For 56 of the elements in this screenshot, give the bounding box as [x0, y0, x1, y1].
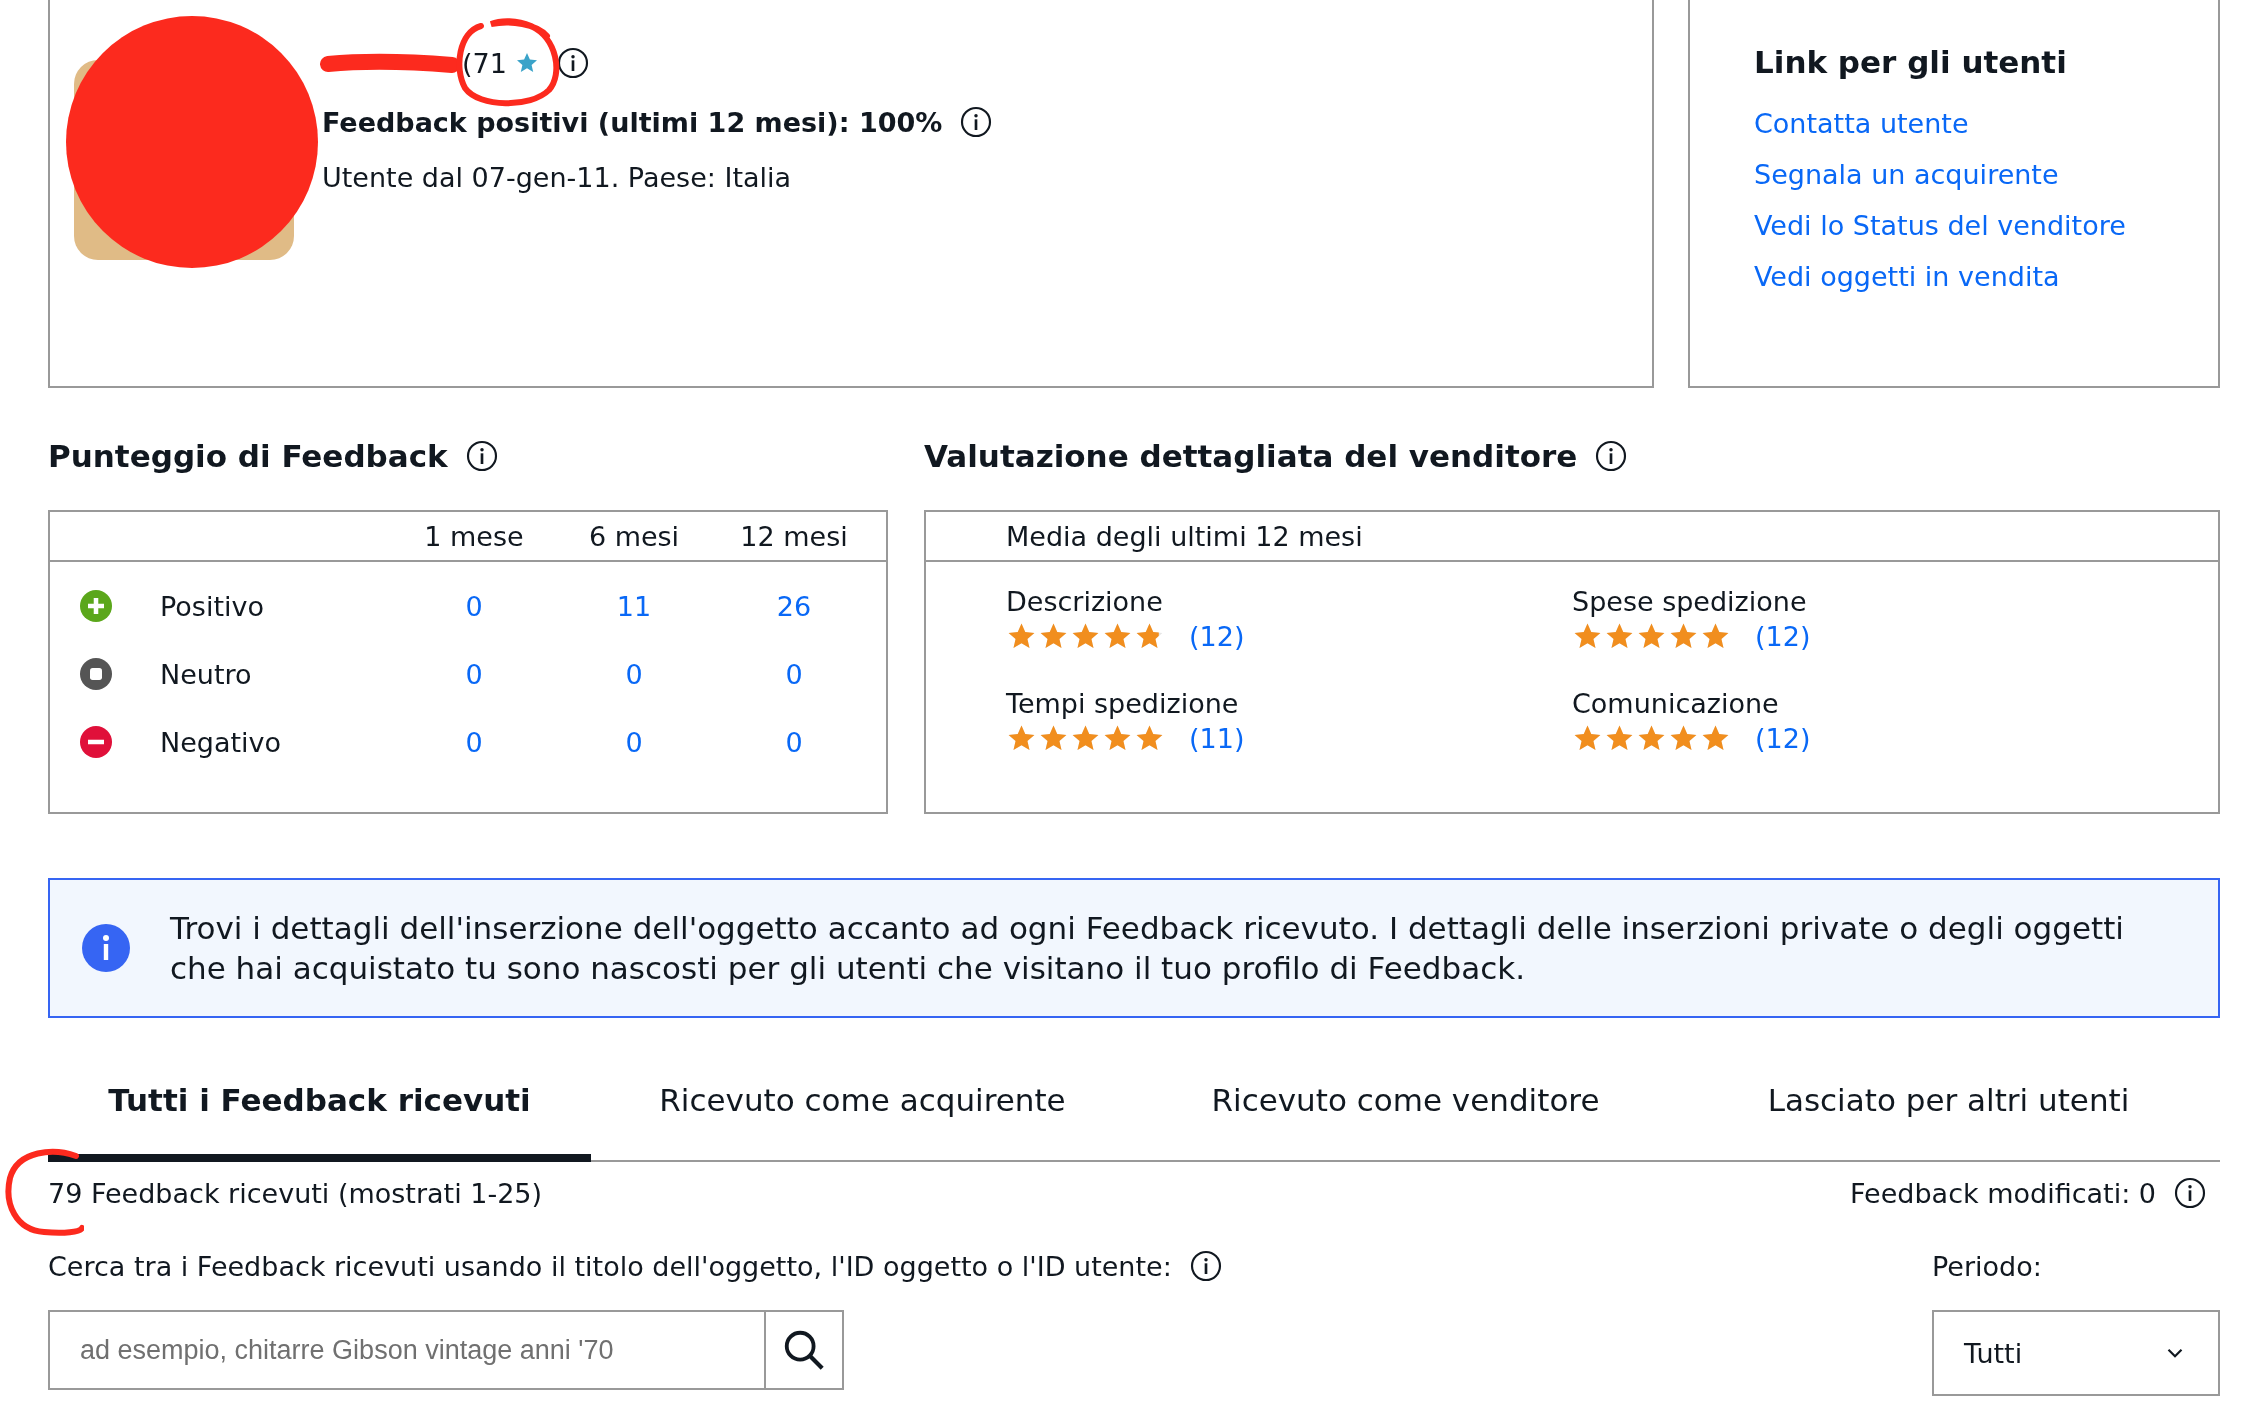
section-title: Punteggio di Feedback	[48, 438, 448, 474]
row-label: Positivo	[160, 590, 265, 622]
rating-label: Spese spedizione	[1572, 586, 1808, 617]
count-link[interactable]: 0	[394, 726, 554, 758]
tab[interactable]: Lasciato per altri utenti	[1677, 1064, 2220, 1162]
square-circle-icon	[80, 658, 112, 690]
count-link[interactable]: 0	[714, 658, 874, 690]
info-icon[interactable]	[2174, 1177, 2206, 1209]
plus-circle-icon	[80, 590, 112, 622]
info-icon[interactable]	[960, 106, 993, 138]
search-button[interactable]	[766, 1310, 844, 1390]
tab[interactable]: Tutti i Feedback ricevuti	[48, 1064, 591, 1162]
minus-circle-icon	[80, 726, 112, 758]
rating-count-link[interactable]: (11)	[1189, 723, 1245, 754]
period-label: Periodo:	[1932, 1249, 2043, 1284]
positive-feedback-text: Feedback positivi (ultimi 12 mesi): 100%	[322, 106, 943, 138]
count-link[interactable]: 0	[394, 658, 554, 690]
rating-label: Descrizione	[1006, 586, 1164, 617]
feedback-score: (71	[462, 47, 507, 79]
rating-count-link[interactable]: (12)	[1755, 621, 1811, 652]
section-title: Link per gli utenti	[1754, 44, 2068, 80]
column-header: 12 mesi	[739, 520, 849, 552]
feedback-count: 79 Feedback ricevuti (mostrati 1-25)	[48, 1177, 543, 1209]
count-link[interactable]: 11	[554, 590, 714, 622]
info-icon	[82, 924, 130, 972]
count-link[interactable]: 0	[554, 658, 714, 690]
user-link[interactable]: Contatta utente	[1754, 108, 2218, 139]
info-icon[interactable]	[465, 440, 498, 472]
rating-label: Tempi spedizione	[1006, 688, 1240, 719]
edited-count: Feedback modificati: 0	[1850, 1177, 2156, 1209]
column-header: 6 mesi	[587, 520, 681, 552]
info-icon[interactable]	[556, 47, 589, 79]
section-title: Valutazione dettagliata del venditore	[924, 438, 1578, 474]
count-link[interactable]: 0	[714, 726, 874, 758]
user-link[interactable]: Segnala un acquirente	[1754, 159, 2218, 190]
row-label: Negativo	[160, 726, 283, 758]
tab[interactable]: Ricevuto come acquirente	[591, 1064, 1134, 1162]
row-label: Neutro	[160, 658, 253, 690]
table-header: Media degli ultimi 12 mesi	[1006, 520, 1363, 552]
rating-label: Comunicazione	[1572, 688, 1780, 719]
rating-count-link[interactable]: (12)	[1189, 621, 1245, 652]
info-message: Trovi i dettagli dell'inserzione dell'oggetto accanto ad ogni Feedback ricevuto. I dettagli delle inserzioni private o degli oggetti che hai acquistato tu sono nascosti per gli utenti che visitano il tuo profilo di Feedback.	[170, 909, 2125, 988]
column-header: 1 mese	[423, 520, 525, 552]
user-link[interactable]: Vedi oggetti in vendita	[1754, 261, 2218, 292]
info-icon[interactable]	[1189, 1250, 1222, 1282]
count-link[interactable]: 0	[394, 590, 554, 622]
tab[interactable]: Ricevuto come venditore	[1134, 1064, 1677, 1162]
search-field[interactable]: ad esempio, chitarre Gibson vintage anni '70	[48, 1310, 766, 1390]
member-since-text: Utente dal 07-gen-11. Paese: Italia	[322, 162, 793, 193]
period-dropdown[interactable]: Tutti	[1932, 1310, 2220, 1396]
count-link[interactable]: 26	[714, 590, 874, 622]
user-link[interactable]: Vedi lo Status del venditore	[1754, 210, 2218, 241]
count-link[interactable]: 0	[554, 726, 714, 758]
search-label: Cerca tra i Feedback ricevuti usando il titolo dell'oggetto, l'ID oggetto o l'ID utente:	[48, 1250, 1172, 1282]
rating-count-link[interactable]: (12)	[1755, 723, 1811, 754]
info-icon[interactable]	[1595, 440, 1628, 472]
